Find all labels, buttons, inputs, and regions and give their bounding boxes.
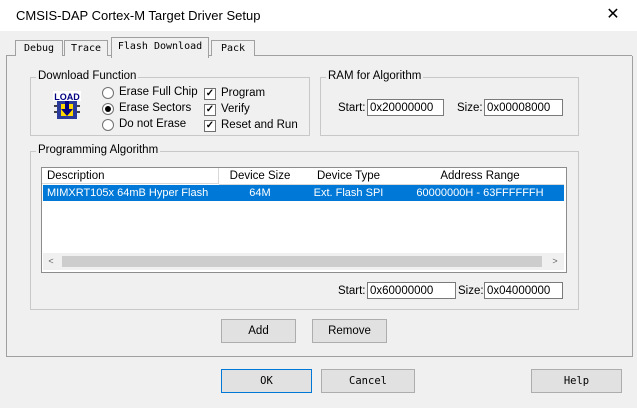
erase-sectors-label: Erase Sectors — [119, 102, 192, 114]
scroll-right-icon[interactable]: > — [549, 255, 561, 268]
ram-size-label: Size: — [457, 102, 483, 114]
tab-pack[interactable]: Pack — [211, 40, 255, 57]
verify-checkbox[interactable]: ✓ — [204, 104, 216, 116]
ram-start-input[interactable]: 0x20000000 — [367, 99, 444, 116]
horizontal-scrollbar[interactable]: < > — [43, 253, 564, 270]
ram-start-label: Start: — [338, 102, 366, 114]
program-checkbox[interactable]: ✓ — [204, 88, 216, 100]
do-not-erase-label: Do not Erase — [119, 118, 187, 130]
ok-button[interactable]: OK — [221, 369, 312, 393]
ram-size-input[interactable]: 0x00008000 — [484, 99, 563, 116]
table-row[interactable]: MIMXRT105x 64mB Hyper Flash 64M Ext. Fla… — [43, 185, 564, 201]
cancel-button[interactable]: Cancel — [321, 369, 415, 393]
program-label: Program — [221, 87, 266, 99]
reset-and-run-checkbox[interactable]: ✓ — [204, 120, 216, 132]
algorithm-size-input[interactable]: 0x04000000 — [484, 282, 563, 299]
verify-label: Verify — [221, 103, 250, 115]
tab-flash-download[interactable]: Flash Download — [111, 37, 209, 58]
close-icon[interactable]: ✕ — [601, 4, 625, 26]
help-button[interactable]: Help — [531, 369, 622, 393]
column-header-description[interactable]: Description — [42, 168, 219, 184]
do-not-erase-radio[interactable] — [102, 119, 114, 131]
algorithm-table: Description Device Size Device Type Addr… — [41, 167, 567, 273]
load-icon: LOAD — [51, 91, 83, 121]
add-button[interactable]: Add — [221, 319, 296, 343]
remove-button[interactable]: Remove — [312, 319, 387, 343]
algorithm-start-label: Start: — [338, 285, 366, 297]
window-title: CMSIS-DAP Cortex-M Target Driver Setup — [16, 8, 261, 23]
column-header-device-type[interactable]: Device Type — [301, 168, 397, 185]
svg-text:LOAD: LOAD — [54, 92, 80, 102]
erase-full-chip-radio[interactable] — [102, 87, 114, 99]
algorithm-size-label: Size: — [458, 285, 484, 297]
reset-and-run-label: Reset and Run — [221, 119, 298, 131]
row-device-size: 64M — [249, 187, 271, 199]
column-header-address-range[interactable]: Address Range — [396, 168, 564, 185]
programming-algorithm-legend: Programming Algorithm — [36, 144, 161, 156]
scroll-left-icon[interactable]: < — [45, 255, 57, 268]
algorithm-start-input[interactable]: 0x60000000 — [367, 282, 456, 299]
erase-sectors-radio[interactable] — [102, 103, 114, 115]
scrollbar-thumb[interactable] — [62, 256, 542, 267]
ram-legend: RAM for Algorithm — [326, 70, 424, 82]
row-description: MIMXRT105x 64mB Hyper Flash — [47, 187, 209, 199]
tab-debug[interactable]: Debug — [15, 40, 63, 57]
row-device-type: Ext. Flash SPI — [313, 187, 384, 199]
erase-full-chip-label: Erase Full Chip — [119, 86, 198, 98]
row-address-range: 60000000H - 63FFFFFFH — [416, 187, 544, 199]
column-header-device-size[interactable]: Device Size — [219, 168, 302, 185]
download-function-legend: Download Function — [36, 70, 139, 82]
tab-trace[interactable]: Trace — [64, 40, 108, 57]
